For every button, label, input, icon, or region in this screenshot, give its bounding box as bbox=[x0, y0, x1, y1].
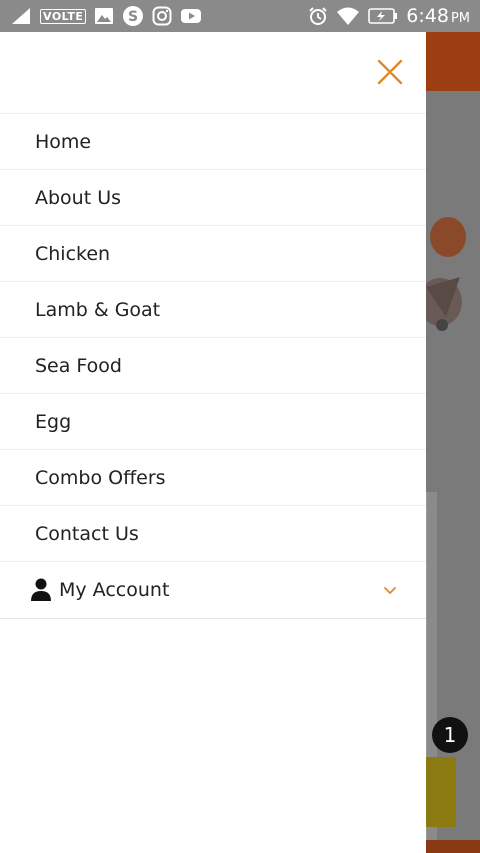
cart-count-badge: 1 bbox=[432, 717, 468, 753]
menu-item-label: Sea Food bbox=[35, 354, 122, 377]
background-cart-button bbox=[426, 757, 456, 827]
background-header bbox=[426, 32, 480, 91]
background-app-overlay[interactable]: 1 bbox=[426, 32, 480, 853]
menu-item-home[interactable]: Home bbox=[0, 114, 426, 170]
menu-item-combo-offers[interactable]: Combo Offers bbox=[0, 450, 426, 506]
user-icon bbox=[31, 578, 51, 601]
menu-item-contact-us[interactable]: Contact Us bbox=[0, 506, 426, 562]
menu-item-my-account[interactable]: My Account bbox=[0, 562, 426, 619]
background-bottom-bar bbox=[426, 840, 480, 853]
chevron-down-icon[interactable] bbox=[382, 582, 398, 598]
alarm-icon bbox=[308, 6, 328, 26]
youtube-icon bbox=[180, 7, 202, 25]
status-bar: VOLTE S 6:48 PM bbox=[0, 0, 480, 32]
battery-charging-icon bbox=[368, 8, 398, 24]
background-food-image bbox=[426, 207, 480, 347]
menu-item-lamb-goat[interactable]: Lamb & Goat bbox=[0, 282, 426, 338]
clock: 6:48 PM bbox=[406, 5, 470, 27]
signal-icon bbox=[10, 7, 32, 25]
menu-item-label: Contact Us bbox=[35, 522, 139, 545]
menu-item-label: Home bbox=[35, 130, 92, 153]
close-button[interactable] bbox=[370, 52, 410, 92]
menu-item-label: Egg bbox=[35, 410, 72, 433]
close-icon bbox=[377, 59, 403, 85]
menu-item-chicken[interactable]: Chicken bbox=[0, 226, 426, 282]
wifi-icon bbox=[336, 6, 360, 26]
menu-item-sea-food[interactable]: Sea Food bbox=[0, 338, 426, 394]
menu-item-label: My Account bbox=[59, 579, 170, 601]
volte-badge: VOLTE bbox=[40, 8, 87, 24]
drawer-header bbox=[0, 32, 426, 114]
skype-icon: S bbox=[122, 5, 144, 27]
menu-item-label: Lamb & Goat bbox=[35, 298, 161, 321]
instagram-icon bbox=[152, 6, 172, 26]
menu-item-label: Combo Offers bbox=[35, 466, 166, 489]
svg-text:S: S bbox=[128, 9, 138, 25]
menu-item-label: Chicken bbox=[35, 242, 111, 265]
gallery-icon bbox=[94, 7, 114, 25]
menu-item-egg[interactable]: Egg bbox=[0, 394, 426, 450]
menu-item-about-us[interactable]: About Us bbox=[0, 170, 426, 226]
navigation-drawer: Home About Us Chicken Lamb & Goat Sea Fo… bbox=[0, 32, 426, 853]
menu-item-label: About Us bbox=[35, 186, 122, 209]
